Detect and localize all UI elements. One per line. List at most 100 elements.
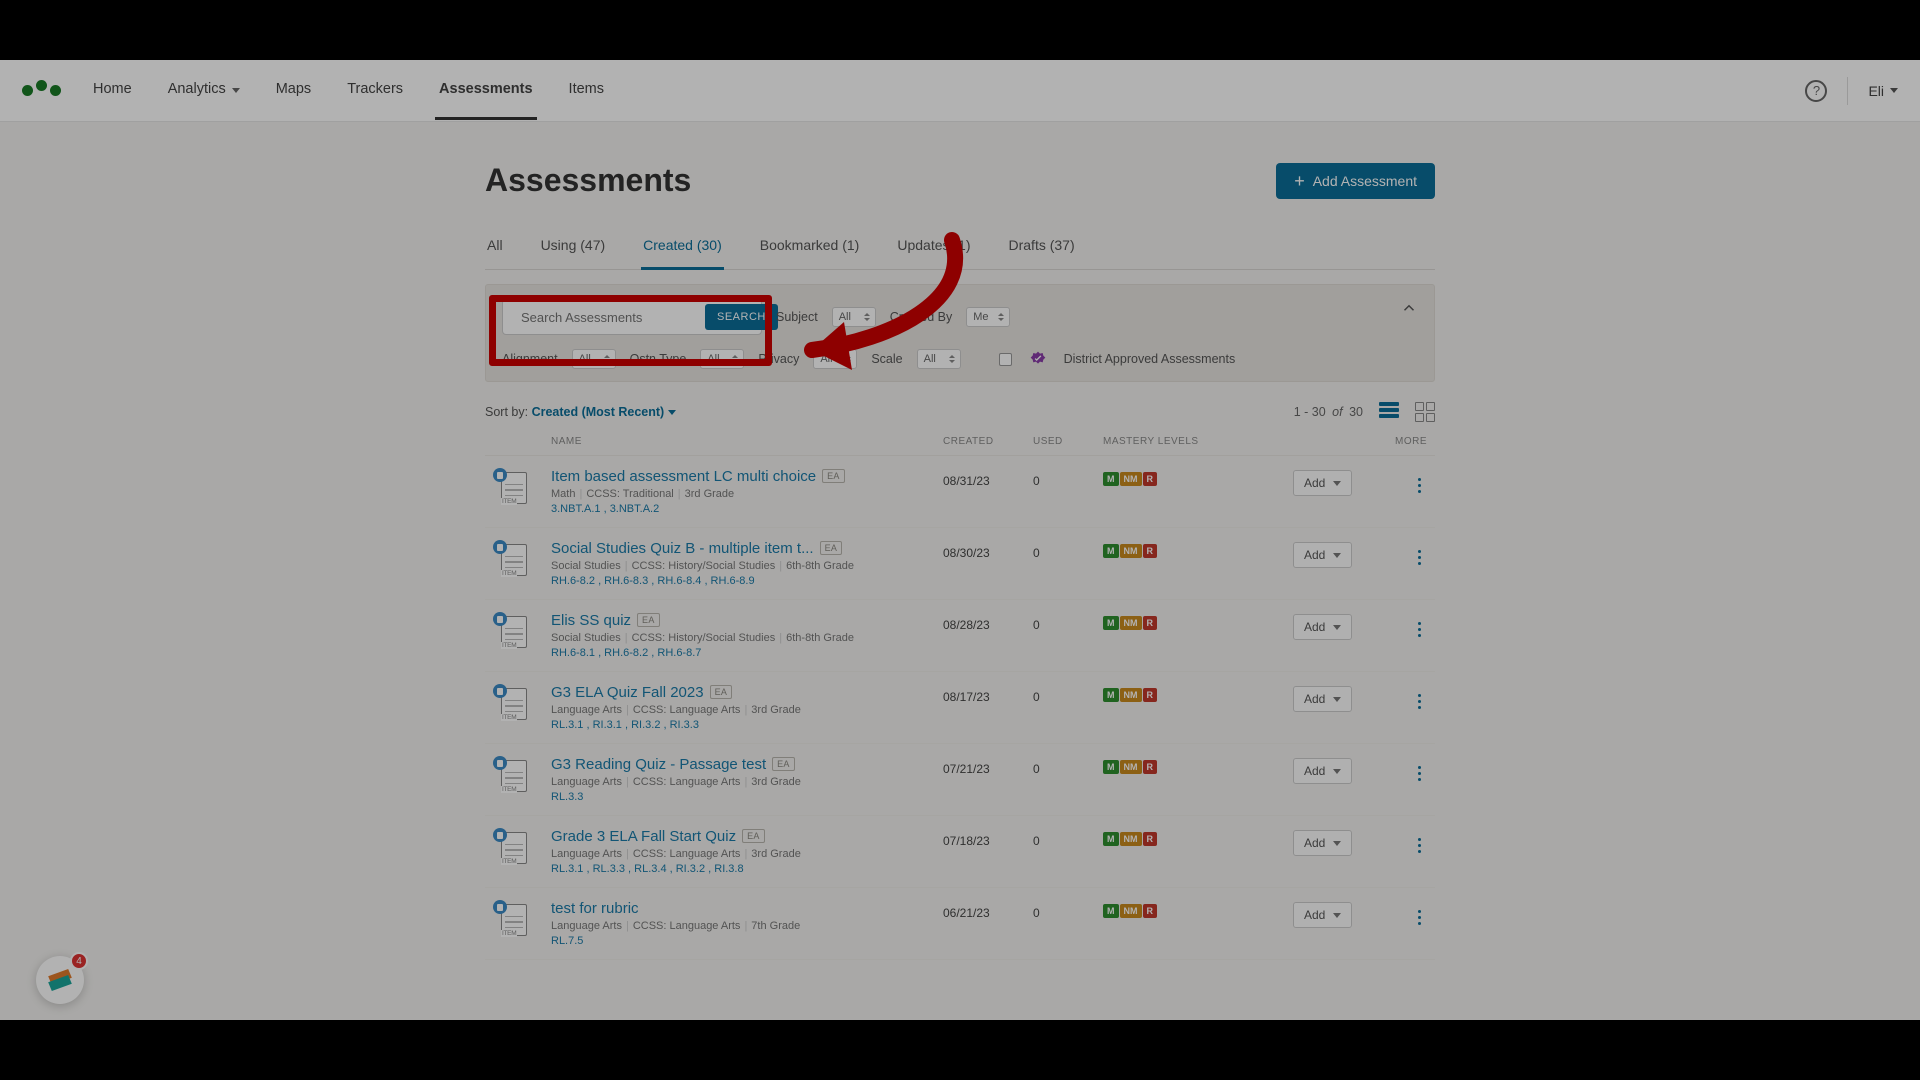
assessment-standards[interactable]: RL.7.5 [551,935,943,947]
table-row: ITEMG3 ELA Quiz Fall 2023EALanguage Arts… [485,672,1435,744]
tab-all[interactable]: All [485,227,505,269]
mastery-badges: MNMR [1103,688,1293,702]
used-count: 0 [1033,540,1103,560]
assessment-title-link[interactable]: G3 ELA Quiz Fall 2023 [551,684,704,701]
table-row: ITEMElis SS quizEASocial Studies|CCSS: H… [485,600,1435,672]
used-count: 0 [1033,684,1103,704]
more-menu-icon[interactable] [1412,832,1427,859]
district-checkbox[interactable] [999,353,1012,366]
mastery-badges: MNMR [1103,904,1293,918]
filter-qstntype-select[interactable]: All [700,349,744,369]
assessment-title-link[interactable]: test for rubric [551,900,639,917]
assessment-title-link[interactable]: G3 Reading Quiz - Passage test [551,756,766,773]
mastery-badges: MNMR [1103,760,1293,774]
nav-items[interactable]: Items [565,61,608,120]
assessment-title-link[interactable]: Item based assessment LC multi choice [551,468,816,485]
nav-home[interactable]: Home [89,61,136,120]
pagination: 1 - 30 of 30 [1294,405,1363,419]
nav-analytics[interactable]: Analytics [164,61,244,120]
table-row: ITEMG3 Reading Quiz - Passage testEALang… [485,744,1435,816]
table-row: ITEM Grade 3 ELA Fall Start Quiz EA Languag… [485,816,1435,888]
more-menu-icon[interactable] [1412,544,1427,571]
assessment-icon: ITEM [493,756,529,792]
add-dropdown[interactable]: Add [1293,470,1352,496]
assessment-meta: Language Arts|CCSS: Language Arts|3rd Gr… [551,848,943,860]
lock-icon [493,828,507,842]
help-icon[interactable]: ? [1805,80,1827,102]
assessment-meta: Language Arts|CCSS: Language Arts|3rd Gr… [551,704,943,716]
more-menu-icon[interactable] [1412,472,1427,499]
assessment-meta: Social Studies|CCSS: History/Social Stud… [551,560,943,572]
user-menu[interactable]: Eli [1868,83,1898,99]
created-date: 08/17/23 [943,684,1033,704]
nav-trackers[interactable]: Trackers [343,61,407,120]
sort-dropdown[interactable]: Created (Most Recent) [532,405,677,419]
help-widget-badge: 4 [70,952,88,970]
used-count: 0 [1033,900,1103,920]
sort-by-label: Sort by: [485,405,528,419]
used-count: 0 [1033,612,1103,632]
ea-badge: EA [772,757,795,771]
page-title: Assessments [485,162,691,199]
used-count: 0 [1033,468,1103,488]
add-dropdown[interactable]: Add [1293,758,1352,784]
lock-icon [493,756,507,770]
assessment-standards[interactable]: RH.6-8.2 , RH.6-8.3 , RH.6-8.4 , RH.6-8.… [551,575,943,587]
app-logo[interactable] [22,85,61,96]
col-more: MORE [1383,436,1427,447]
assessment-title-link[interactable]: Social Studies Quiz B - multiple item t.… [551,540,814,557]
district-badge-icon [1030,351,1046,367]
top-nav: Home Analytics Maps Trackers Assessments Item… [0,60,1920,122]
mastery-badges: MNMR [1103,472,1293,486]
ea-badge: EA [742,829,765,843]
letterbox-bottom [0,1020,1920,1080]
assessment-standards[interactable]: RL.3.1 , RI.3.1 , RI.3.2 , RI.3.3 [551,719,943,731]
tab-drafts-37-[interactable]: Drafts (37) [1007,227,1077,269]
table-row: ITEMSocial Studies Quiz B - multiple ite… [485,528,1435,600]
add-assessment-label: Add Assessment [1313,173,1417,189]
ea-badge: EA [820,541,843,555]
letterbox-top [0,0,1920,60]
assessment-title-link[interactable]: Grade 3 ELA Fall Start Quiz [551,828,736,845]
assessment-standards[interactable]: RL.3.3 [551,791,943,803]
assessment-meta: Language Arts|CCSS: Language Arts|7th Gr… [551,920,943,932]
tab-created-30-[interactable]: Created (30) [641,227,724,270]
filter-alignment-select[interactable]: All [572,349,616,369]
view-grid-icon[interactable] [1415,402,1435,422]
lock-icon [493,900,507,914]
assessment-standards[interactable]: RH.6-8.1 , RH.6-8.2 , RH.6-8.7 [551,647,943,659]
add-dropdown[interactable]: Add [1293,542,1352,568]
assessment-title-link[interactable]: Elis SS quiz [551,612,631,629]
view-list-icon[interactable] [1379,402,1399,422]
district-label: District Approved Assessments [1064,352,1236,366]
search-input[interactable] [521,310,697,325]
more-menu-icon[interactable] [1412,760,1427,787]
assessment-standards[interactable]: RL.3.1 , RL.3.3 , RL.3.4 , RI.3.2 , RI.3… [551,863,943,875]
search-button[interactable]: SEARCH [705,304,778,330]
more-menu-icon[interactable] [1412,688,1427,715]
nav-assessments[interactable]: Assessments [435,61,537,120]
collapse-filters-icon[interactable] [1400,299,1418,320]
assessment-standards[interactable]: 3.NBT.A.1 , 3.NBT.A.2 [551,503,943,515]
tab-using-47-[interactable]: Using (47) [539,227,608,269]
add-assessment-button[interactable]: Add Assessment [1276,163,1435,199]
assessment-meta: Math|CCSS: Traditional|3rd Grade [551,488,943,500]
help-widget[interactable]: 4 [36,956,84,1004]
sort-value: Created (Most Recent) [532,405,665,419]
search-wrap: SEARCH [502,299,762,335]
filter-alignment-label: Alignment [502,352,558,366]
add-dropdown[interactable]: Add [1293,902,1352,928]
more-menu-icon[interactable] [1412,616,1427,643]
lock-icon [493,684,507,698]
used-count: 0 [1033,756,1103,776]
assessment-icon: ITEM [493,900,529,936]
created-date: 08/30/23 [943,540,1033,560]
assessment-icon: ITEM [493,828,529,864]
add-dropdown[interactable]: Add [1293,686,1352,712]
nav-maps[interactable]: Maps [272,61,315,120]
add-dropdown[interactable]: Add [1293,830,1352,856]
lock-icon [493,612,507,626]
more-menu-icon[interactable] [1412,904,1427,931]
add-dropdown[interactable]: Add [1293,614,1352,640]
ea-badge: EA [637,613,660,627]
